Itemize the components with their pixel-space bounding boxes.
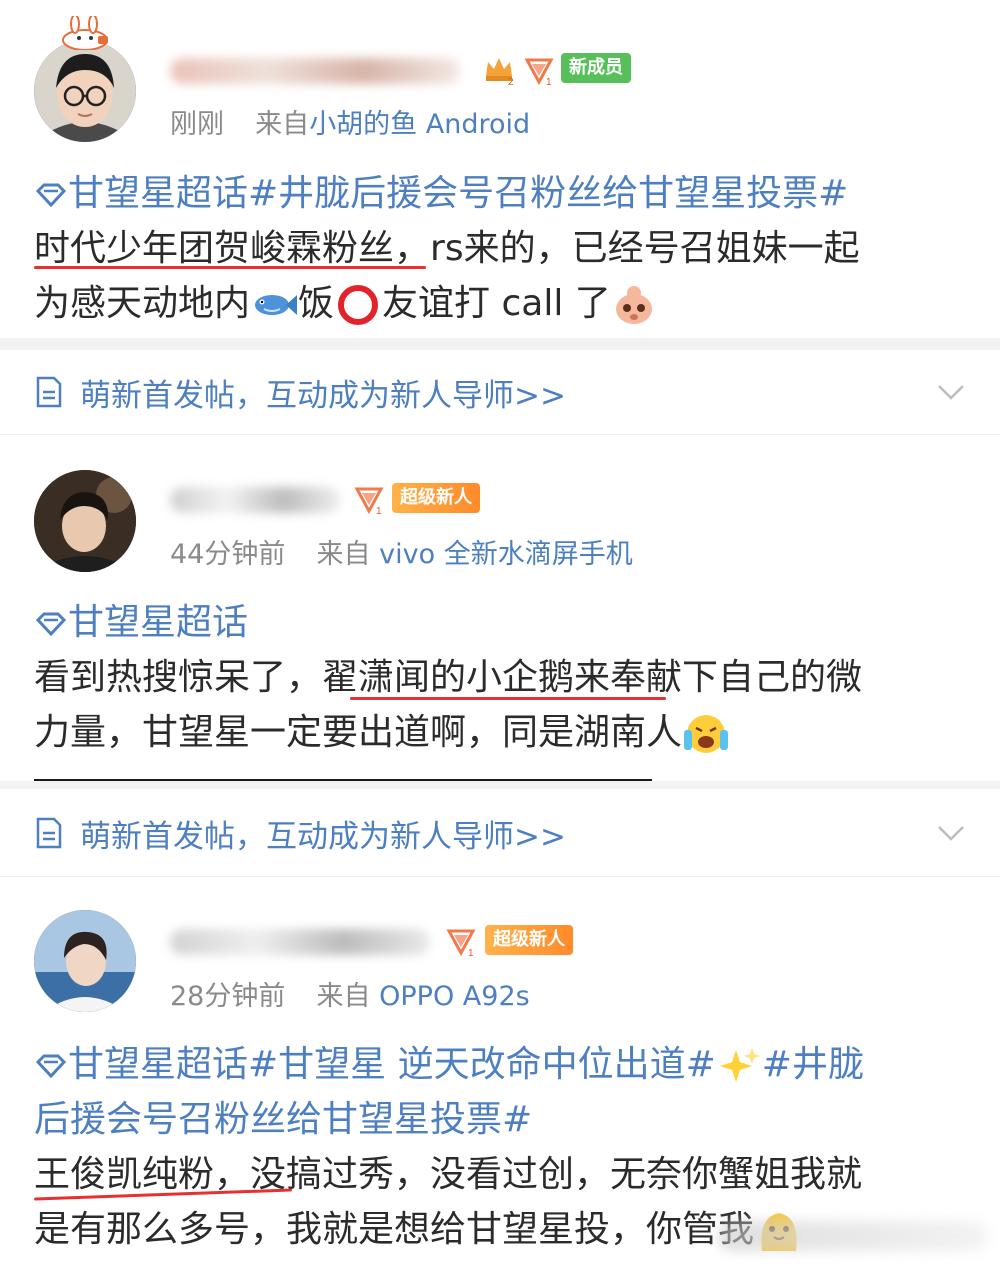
topic-line[interactable]: 甘望星超话#井胧后援会号召粉丝给甘望星投票# bbox=[34, 166, 974, 221]
svg-text:1: 1 bbox=[376, 506, 382, 515]
username-blurred[interactable] bbox=[170, 929, 430, 955]
svg-text:1: 1 bbox=[546, 77, 552, 86]
post-3: 1 超级新人 28分钟前 来自 OPPO A92s 甘望星超话#甘望星 逆天改命… bbox=[0, 877, 1000, 1269]
source-prefix: 来自 bbox=[316, 539, 371, 570]
red-underline bbox=[350, 697, 666, 700]
red-circle-icon bbox=[338, 285, 379, 325]
text-segment: 力量，甘望星一定要出道啊，同是湖南人 bbox=[34, 712, 683, 753]
text-segment: 饭 bbox=[298, 283, 335, 324]
member-badge: 超级新人 bbox=[392, 483, 480, 513]
username-blurred[interactable] bbox=[170, 58, 460, 84]
post-2: 1 超级新人 44分钟前 来自 vivo 全新水滴屏手机 甘望星超话 看到热搜惊… bbox=[0, 435, 1000, 782]
source-link[interactable]: OPPO A92s bbox=[379, 981, 530, 1012]
highlighted-text: 时代少年团贺峻霖粉丝 bbox=[34, 228, 395, 269]
diamond-topic-icon bbox=[35, 612, 67, 637]
doc-icon bbox=[36, 376, 62, 408]
text-segment: 为感天动地内 bbox=[34, 283, 251, 324]
member-badge: 超级新人 bbox=[485, 925, 573, 955]
topic-link[interactable]: 甘望星超话#甘望星 逆天改命中位出道# bbox=[68, 1044, 716, 1085]
post-1: 2 1 新成员 刚刚 来自小胡的鱼 Android 甘望星超话#井胧后援会号召粉… bbox=[0, 0, 1000, 338]
newbie-banner[interactable]: 萌新首发帖，互动成为新人导师>> bbox=[0, 350, 1000, 434]
svg-text:1: 1 bbox=[468, 948, 474, 957]
crown-badge-icon: 2 bbox=[486, 58, 514, 86]
chevron-down-icon[interactable] bbox=[936, 817, 966, 847]
member-badge: 新成员 bbox=[561, 53, 631, 83]
post-content: 甘望星超话#井胧后援会号召粉丝给甘望星投票# 时代少年团贺峻霖粉丝，rs来的，已… bbox=[34, 166, 974, 331]
text-segment: 友谊打 call 了 bbox=[382, 283, 611, 324]
level-badge-icon: 1 bbox=[446, 929, 476, 957]
text-segment: 是有那么多号，我就是想给甘望星投，你管我 bbox=[34, 1209, 755, 1250]
svg-text:2: 2 bbox=[508, 77, 514, 86]
crying-emoji-icon bbox=[684, 715, 729, 753]
text-segment: ，rs来的，已经号召姐妹一起 bbox=[394, 228, 860, 269]
red-underline bbox=[34, 266, 426, 269]
banner-label[interactable]: 萌新首发帖，互动成为新人导师>> bbox=[80, 811, 566, 856]
cute-emoji-icon bbox=[615, 286, 652, 324]
post-time: 28分钟前 bbox=[170, 981, 286, 1012]
username-blurred[interactable] bbox=[170, 487, 340, 513]
section-divider bbox=[0, 781, 1000, 789]
level-badge-icon: 1 bbox=[524, 58, 554, 86]
source-prefix: 来自 bbox=[316, 981, 371, 1012]
avatar[interactable] bbox=[34, 40, 136, 142]
source-link[interactable]: vivo 全新水滴屏手机 bbox=[379, 539, 633, 570]
post-content: 甘望星超话 看到热搜惊呆了，翟潇闻的小企鹅来奉献下自己的微 力量，甘望星一定要出… bbox=[34, 595, 974, 760]
post-time: 44分钟前 bbox=[170, 539, 286, 570]
level-badge-icon: 1 bbox=[354, 487, 384, 515]
post-time: 刚刚 bbox=[170, 109, 224, 140]
watermark-blur bbox=[718, 1221, 988, 1251]
post-meta: 28分钟前 来自 OPPO A92s bbox=[170, 974, 530, 1013]
topic-link[interactable]: #井胧 bbox=[762, 1044, 864, 1085]
diamond-topic-icon bbox=[35, 1054, 67, 1079]
fish-emoji-icon bbox=[255, 295, 298, 315]
banner-label[interactable]: 萌新首发帖，互动成为新人导师>> bbox=[80, 370, 566, 415]
avatar[interactable] bbox=[34, 470, 136, 572]
topic-line[interactable]: 后援会号召粉丝给甘望星投票# bbox=[34, 1092, 974, 1147]
newbie-banner[interactable]: 萌新首发帖，互动成为新人导师>> bbox=[0, 791, 1000, 875]
bunny-decoration-icon bbox=[62, 16, 108, 50]
post-meta: 刚刚 来自小胡的鱼 Android bbox=[170, 102, 530, 141]
section-divider bbox=[0, 338, 1000, 350]
topic-line[interactable]: 甘望星超话 bbox=[34, 595, 974, 650]
text-line: 力量，甘望星一定要出道啊，同是湖南人 bbox=[34, 705, 974, 760]
chevron-down-icon[interactable] bbox=[936, 376, 966, 406]
diamond-topic-icon bbox=[35, 183, 67, 208]
source-prefix: 来自 bbox=[255, 109, 310, 140]
text-line: 为感天动地内 饭 友谊打 call 了 bbox=[34, 276, 974, 331]
sparkles-icon bbox=[719, 1048, 760, 1082]
topic-link[interactable]: 甘望星超话#井胧后援会号召粉丝给甘望星投票# bbox=[68, 173, 848, 214]
topic-link[interactable]: 甘望星超话 bbox=[68, 602, 248, 643]
doc-icon bbox=[36, 817, 62, 849]
avatar[interactable] bbox=[34, 910, 136, 1012]
post-meta: 44分钟前 来自 vivo 全新水滴屏手机 bbox=[170, 532, 633, 571]
source-link[interactable]: 小胡的鱼 Android bbox=[309, 109, 530, 140]
topic-line[interactable]: 甘望星超话#甘望星 逆天改命中位出道# #井胧 bbox=[34, 1037, 974, 1092]
